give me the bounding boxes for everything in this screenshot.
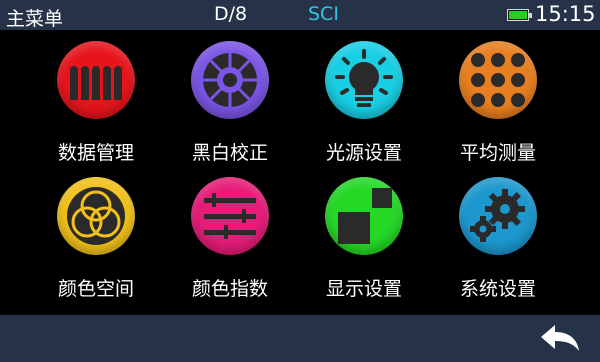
menu-item-label: 显示设置 [325, 278, 402, 300]
battery-fill [509, 11, 527, 19]
menu-circle [191, 41, 269, 119]
menu-item-average-measurement[interactable]: 平均测量 [438, 30, 558, 170]
menu-circle [57, 177, 135, 255]
calibration-wheel-icon [203, 53, 257, 107]
menu-circle [459, 41, 537, 119]
menu-item-label: 光源设置 [325, 142, 402, 164]
menu-item-system-settings[interactable]: 系统设置 [438, 166, 558, 306]
bottom-bar [0, 315, 600, 362]
color-space-icon [67, 187, 125, 245]
menu-item-label: 颜色空间 [57, 278, 134, 300]
clock: 15:15 [535, 2, 596, 26]
battery-icon [507, 9, 532, 21]
sliders-icon [204, 193, 256, 239]
main-menu-grid: 数据管理 黑白校正 光源设置 平均测量 颜色空间 颜色指数 显示设置 系统设置 [0, 30, 600, 315]
gears-icon [470, 189, 525, 242]
menu-circle [459, 177, 537, 255]
mode-indicator: D/8 [214, 3, 248, 25]
status-bar: 主菜单 D/8 SCI 15:15 [0, 0, 600, 30]
menu-item-label: 黑白校正 [191, 142, 268, 164]
back-button[interactable] [537, 323, 583, 355]
menu-item-label: 数据管理 [57, 142, 134, 164]
light-bulb-icon [335, 49, 393, 107]
menu-item-label: 颜色指数 [191, 278, 268, 300]
data-management-icon [70, 66, 122, 100]
display-squares-icon [338, 188, 392, 244]
menu-item-data-management[interactable]: 数据管理 [36, 30, 156, 170]
menu-item-label: 系统设置 [459, 278, 536, 300]
menu-item-color-index[interactable]: 颜色指数 [170, 166, 290, 306]
page-title: 主菜单 [6, 8, 64, 30]
back-arrow-icon [541, 325, 579, 351]
menu-circle [57, 41, 135, 119]
menu-item-label: 平均测量 [459, 142, 536, 164]
menu-item-color-space[interactable]: 颜色空间 [36, 166, 156, 306]
menu-circle [325, 41, 403, 119]
menu-item-light-source-settings[interactable]: 光源设置 [304, 30, 424, 170]
sci-indicator: SCI [308, 3, 339, 25]
dot-grid-icon [471, 53, 525, 107]
menu-item-black-white-calibration[interactable]: 黑白校正 [170, 30, 290, 170]
menu-circle [191, 177, 269, 255]
menu-circle [325, 177, 403, 255]
menu-item-display-settings[interactable]: 显示设置 [304, 166, 424, 306]
